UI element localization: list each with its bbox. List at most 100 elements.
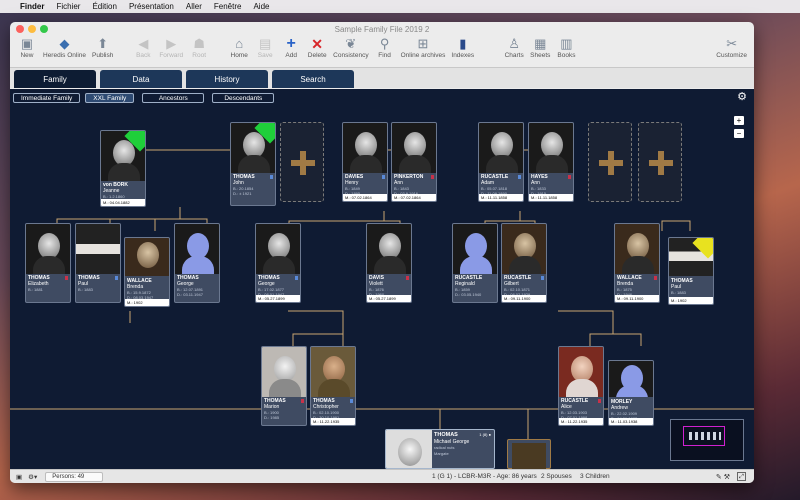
customize-label: Customize (716, 52, 747, 59)
consistency-button[interactable]: ❦ Consistency (333, 36, 368, 59)
marriage-date: M.: 05.27.1899 (256, 295, 300, 302)
person-card-rucastle-reginald[interactable]: RUCASTLE Reginald B.: 1859 D.: 03.05.194… (452, 223, 498, 303)
gear-icon[interactable]: ⚙▾ (28, 473, 37, 481)
tab-search[interactable]: Search (272, 70, 354, 88)
add-label: Add (285, 52, 297, 59)
consistency-icon: ❦ (345, 36, 357, 51)
back-arrow-icon: ◀ (138, 36, 149, 51)
forward-button[interactable]: ▶ Forward (159, 36, 183, 59)
home-label: Home (230, 52, 248, 59)
children-count[interactable]: 3 Children (580, 473, 610, 480)
menu-finder[interactable]: Finder (20, 2, 44, 11)
indexes-icon: ▮ (459, 36, 467, 51)
child-card[interactable] (507, 439, 551, 469)
root-person-info: 1 (G 1) - LCBR-M3R - Age: 86 years (432, 473, 537, 480)
forward-label: Forward (159, 52, 184, 59)
female-marker-icon (654, 276, 657, 280)
fullscreen-icon[interactable]: ⤢ (737, 472, 746, 481)
female-marker-icon (301, 399, 304, 403)
back-button[interactable]: ◀ Back (133, 36, 153, 59)
menu-view[interactable]: Présentation (129, 2, 174, 11)
home-button[interactable]: ⌂ Home (229, 36, 249, 59)
root-person-icon: ☗ (193, 36, 205, 51)
marriage-date: M.: 07.02.1864 (343, 194, 387, 201)
silhouette-placeholder (175, 224, 219, 274)
delete-label: Delete (307, 52, 327, 59)
person-card-thomas-george-ghost[interactable]: THOMAS George B.: 12.07.1891 D.: 03.11.1… (174, 223, 220, 303)
zoom-button[interactable] (40, 25, 48, 33)
tab-family[interactable]: Family (14, 70, 96, 88)
person-card-thomas-elizabeth[interactable]: THOMAS Elizabeth B.: 1881 (25, 223, 71, 303)
indexes-button[interactable]: ▮ Indexes (451, 36, 474, 59)
person-card-thomas-marion[interactable]: THOMAS Marion B.: 1900 D.: 1985 (261, 346, 307, 426)
root-button[interactable]: ☗ Root (189, 36, 209, 59)
persons-counter[interactable]: Persons: 49 (45, 471, 104, 482)
save-icon: ▤ (259, 36, 272, 51)
heredis-online-icon: ◆ (59, 36, 70, 51)
portrait-photo (512, 443, 546, 469)
person-card-rucastle-adam[interactable]: RUCASTLE Adam B.: 05.07.1818 D.: 11.09.1… (478, 122, 524, 202)
online-archives-button[interactable]: ⊞ Online archives (401, 36, 446, 59)
publish-icon: ⬆ (97, 36, 109, 51)
person-card-wallace-brenda[interactable]: WALLACE Brenda B.: 15.9.1872 D.: 08.03.1… (124, 237, 170, 307)
menu-edit[interactable]: Édition (92, 2, 116, 11)
person-card-rucastle-alice[interactable]: RUCASTLE Alice B.: 12.03.1903 D.: 07.01.… (558, 346, 604, 426)
save-button[interactable]: ▤ Save (255, 36, 275, 59)
person-card-thomas-john[interactable]: THOMAS John B.: 20.1854 D.: ± 1921 (230, 122, 276, 206)
person-card-pinkerton-ann[interactable]: PINKERTON Ann B.: 1843 D.: 03.9.1916 M.:… (391, 122, 437, 202)
sheets-label: Sheets (530, 52, 551, 59)
tree-minimap[interactable] (670, 419, 744, 461)
menu-go[interactable]: Aller (186, 2, 202, 11)
menu-file[interactable]: Fichier (56, 2, 80, 11)
person-card-thomas-paul[interactable]: THOMAS Paul B.: 1883 (75, 223, 121, 303)
publish-button[interactable]: ⬆ Publish (92, 36, 113, 59)
status-bar: ▣ ⚙▾ Persons: 49 1 (G 1) - LCBR-M3R - Ag… (10, 469, 754, 483)
charts-button[interactable]: ♙ Charts (504, 36, 524, 59)
add-parent-placeholder[interactable] (638, 122, 682, 202)
tools-icon[interactable]: ✎ ⚒ (716, 473, 730, 481)
portrait-photo (256, 224, 300, 274)
add-parent-placeholder[interactable] (588, 122, 632, 202)
close-button[interactable] (16, 25, 24, 33)
person-birth: radical nuts (434, 445, 455, 450)
portrait-photo (76, 224, 120, 274)
person-card-von-bork-jeanne[interactable]: von BORK Jeanne B.: 1.2.1860 D.: 11.10.1… (100, 130, 146, 207)
person-card-davies-henry[interactable]: DAVIES Henry B.: 1849 D.: 1895 M.: 07.02… (342, 122, 388, 202)
menu-help[interactable]: Aide (253, 2, 269, 11)
person-card-wallace-brenda-2[interactable]: WALLACE Brenda B.: 1875 D.: 1946 M.: 09.… (614, 223, 660, 303)
find-label: Find (378, 52, 391, 59)
find-button[interactable]: ⚲ Find (375, 36, 395, 59)
new-button[interactable]: ▣ New (17, 36, 37, 59)
person-card-davis-violett[interactable]: DAVIS Violett B.: 1876 D.: 1960 M.: 05.2… (366, 223, 412, 303)
marriage-date: M.: 09.11.1900 (502, 295, 546, 302)
window-title: Sample Family File 2019 2 (334, 24, 430, 34)
sheets-button[interactable]: ▦ Sheets (530, 36, 550, 59)
person-card-thomas-george[interactable]: THOMAS George B.: 17.02.1877 D.: 08.01.1… (255, 223, 301, 303)
root-person-card[interactable]: 1 (8) ● THOMAS Michael George radical nu… (385, 429, 495, 469)
menu-window[interactable]: Fenêtre (214, 2, 242, 11)
tab-history[interactable]: History (186, 70, 268, 88)
male-marker-icon (541, 276, 544, 280)
male-marker-icon (382, 175, 385, 179)
tab-data[interactable]: Data (100, 70, 182, 88)
home-icon: ⌂ (235, 36, 244, 51)
person-card-hayes-ann[interactable]: HAYES Ann B.: 1833 D.: 1915 M.: 11.11.18… (528, 122, 574, 202)
person-card-thomas-christopher[interactable]: THOMAS Christopher B.: 02.10.1900 D.: 30… (310, 346, 356, 426)
customize-button[interactable]: ✂ Customize (716, 36, 747, 59)
tab-bar: Family Data History Search (10, 68, 754, 88)
spouses-count[interactable]: 2 Spouses (541, 473, 572, 480)
heredis-online-button[interactable]: ◆ Heredis Online (43, 36, 86, 59)
minimize-button[interactable] (28, 25, 36, 33)
online-archives-label: Online archives (400, 52, 446, 59)
person-card-thomas-paul-2[interactable]: THOMAS Paul B.: 1883 M.: 1902 (668, 237, 714, 305)
person-card-rucastle-gilbert[interactable]: RUCASTLE Gilbert B.: 02.10.1871 D.: 08.0… (501, 223, 547, 303)
delete-button[interactable]: ✕ Delete (307, 36, 327, 59)
sidebar-toggle-icon[interactable]: ▣ (16, 473, 22, 481)
minimap-viewport[interactable] (683, 426, 725, 446)
add-parent-placeholder[interactable] (280, 122, 324, 202)
portrait-photo (367, 224, 411, 274)
family-tree-canvas[interactable]: Immediate Family XXL Family Ancestors De… (10, 89, 754, 469)
books-button[interactable]: ▥ Books (556, 36, 576, 59)
person-card-morley-andrew[interactable]: MORLEY Andrew B.: 22.02.1909 D.: 14.01.1… (608, 360, 654, 426)
add-button[interactable]: + Add (281, 36, 301, 60)
